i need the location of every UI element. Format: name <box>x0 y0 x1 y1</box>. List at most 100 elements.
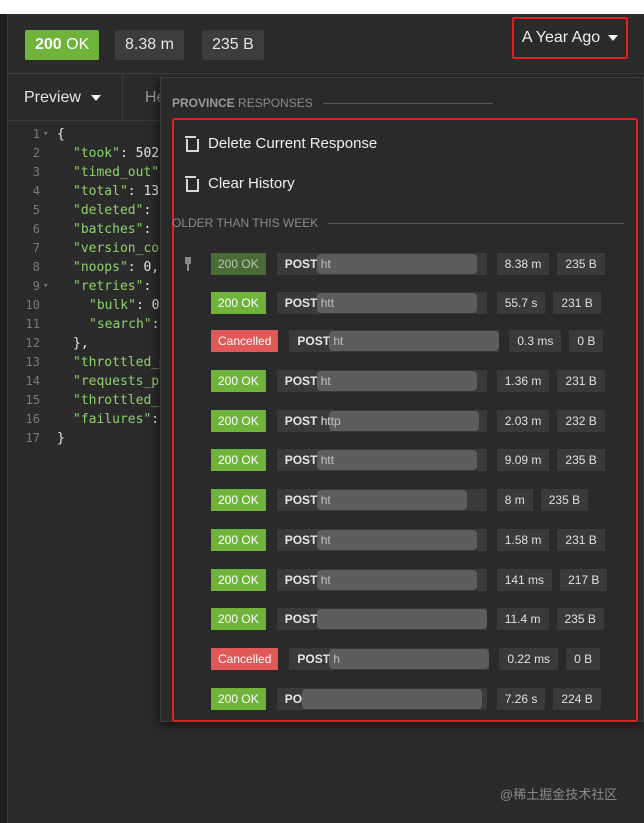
history-size: 231 B <box>553 292 601 314</box>
code-line: 4 "total": 132 <box>8 182 168 201</box>
history-item[interactable]: 200 OK POST http 2.03 m 232 B <box>211 410 613 432</box>
history-size: 0 B <box>566 648 601 670</box>
response-body-viewer: 1▾{2"took": 50283"timed_out":4"total": 1… <box>8 125 168 448</box>
line-number: 15 <box>25 393 40 407</box>
code-text: } <box>57 431 65 446</box>
code-line: 14 "requests_pe <box>8 372 168 391</box>
history-url: POST htt <box>276 292 487 314</box>
json-key: "timed_out" <box>73 165 160 180</box>
code-line: 8 "noops": 0, <box>8 258 168 277</box>
history-url: POST ht <box>289 330 500 352</box>
code-text: "throttled_m <box>73 353 167 372</box>
json-key: "total" <box>73 184 128 199</box>
redacted-url-blur <box>316 450 477 470</box>
history-item[interactable]: Cancelled POST ht 0.3 ms 0 B <box>211 330 611 352</box>
redacted-url-blur <box>316 490 467 510</box>
redacted-url-blur <box>316 609 487 629</box>
line-number: 8 <box>32 260 40 274</box>
code-text: "requests_pe <box>73 372 167 391</box>
history-time: 8 m <box>496 489 533 511</box>
delete-current-response-button[interactable]: Delete Current Response <box>185 131 377 155</box>
code-text: "version_con <box>73 239 167 258</box>
history-item[interactable]: 200 OK POST ht 8.38 m 235 B <box>211 253 613 275</box>
code-line: 10 "bulk": 0, <box>8 296 168 315</box>
redacted-url-blur <box>316 293 477 313</box>
pin-icon <box>183 257 193 271</box>
history-status-badge: 200 OK <box>211 608 266 630</box>
code-text: "search": <box>89 317 160 332</box>
history-status-badge: 200 OK <box>211 292 266 314</box>
history-item[interactable]: 200 OK POST ht 141 ms 217 B <box>211 569 615 591</box>
line-number: 11 <box>25 317 40 331</box>
response-history-dropdown[interactable]: A Year Ago <box>512 17 628 59</box>
line-number: 5 <box>32 203 40 217</box>
history-item[interactable]: Cancelled POST h 0.22 ms 0 B <box>211 648 608 670</box>
clear-history-button[interactable]: Clear History <box>185 171 295 195</box>
history-size: 235 B <box>557 449 605 471</box>
history-time: 1.36 m <box>496 370 550 392</box>
history-url: POST htt <box>276 449 487 471</box>
history-size: 235 B <box>540 489 589 511</box>
caret-down-icon <box>608 35 619 41</box>
code-line: 12}, <box>8 334 168 353</box>
history-item[interactable]: 200 OK PO 7.26 s 224 B <box>211 688 609 710</box>
code-line: 17} <box>8 429 168 448</box>
history-status-badge: 200 OK <box>211 569 266 591</box>
history-item[interactable]: 200 OK POST ht 1.36 m 231 B <box>211 370 613 392</box>
code-line: 15 "throttled_u <box>8 391 168 410</box>
fold-toggle-icon[interactable]: ▾ <box>43 277 48 296</box>
history-url: POST ht <box>276 569 487 591</box>
code-text: "took": 5028 <box>73 146 167 161</box>
history-item[interactable]: 200 OK POST htt 9.09 m 235 B <box>211 449 613 471</box>
history-status-badge: 200 OK <box>211 688 266 710</box>
history-status-badge: 200 OK <box>211 489 266 511</box>
code-text: "noops": 0, <box>73 260 160 275</box>
tab-preview[interactable]: Preview <box>24 75 101 121</box>
history-status-badge: 200 OK <box>211 253 266 275</box>
code-text: "retries": { <box>73 279 167 294</box>
json-key: "version_con <box>73 241 167 256</box>
history-url: POST ht <box>276 253 487 275</box>
response-size-badge: 235 B <box>202 30 264 60</box>
caret-down-icon <box>90 95 101 101</box>
response-history-menu: PROVINCE RESPONSES Delete Current Respon… <box>160 77 644 722</box>
line-number: 9 <box>32 279 40 293</box>
history-status-badge: 200 OK <box>211 449 266 471</box>
history-url: POST ht <box>276 370 487 392</box>
history-item[interactable]: 200 OK POST htt 55.7 s 231 B <box>211 292 609 314</box>
history-item[interactable]: 200 OK POST 11.4 m 235 B <box>211 608 612 630</box>
line-number: 17 <box>25 431 40 445</box>
code-text: "batches": 1 <box>73 222 167 237</box>
status-badge: 200 OK <box>25 30 100 60</box>
line-number: 10 <box>25 298 40 312</box>
history-time: 7.26 s <box>496 688 546 710</box>
history-size: 235 B <box>557 253 605 275</box>
fold-toggle-icon[interactable]: ▾ <box>43 125 48 144</box>
history-time: 0.22 ms <box>499 648 559 670</box>
history-time: 1.58 m <box>496 529 550 551</box>
code-text: { <box>57 127 65 142</box>
redacted-url-blur <box>329 331 500 351</box>
redacted-url-blur <box>301 689 482 709</box>
code-line: 16 "failures": <box>8 410 168 429</box>
history-status-badge: Cancelled <box>211 330 279 352</box>
history-time: 141 ms <box>496 569 553 591</box>
code-line: 5 "deleted": 1 <box>8 201 168 220</box>
delete-current-response-label: Delete Current Response <box>208 134 378 152</box>
history-size: 0 B <box>569 330 604 352</box>
history-status-badge: 200 OK <box>211 370 266 392</box>
line-number: 4 <box>32 184 40 198</box>
history-size: 231 B <box>557 370 605 392</box>
line-number: 14 <box>25 374 40 388</box>
json-key: "failures" <box>73 412 152 427</box>
history-dropdown-label: A Year Ago <box>521 29 601 46</box>
history-item[interactable]: 200 OK POST ht 1.58 m 231 B <box>211 529 613 551</box>
code-line: 11 "search": <box>8 315 168 334</box>
history-status-badge: 200 OK <box>211 529 266 551</box>
json-key: "retries" <box>73 279 144 294</box>
history-item[interactable]: 200 OK POST ht 8 m 235 B <box>211 489 596 511</box>
json-key: "throttled_u <box>73 393 167 408</box>
json-key: "deleted" <box>73 203 144 218</box>
code-text: }, <box>73 336 89 351</box>
code-text: "total": 132 <box>73 184 167 199</box>
